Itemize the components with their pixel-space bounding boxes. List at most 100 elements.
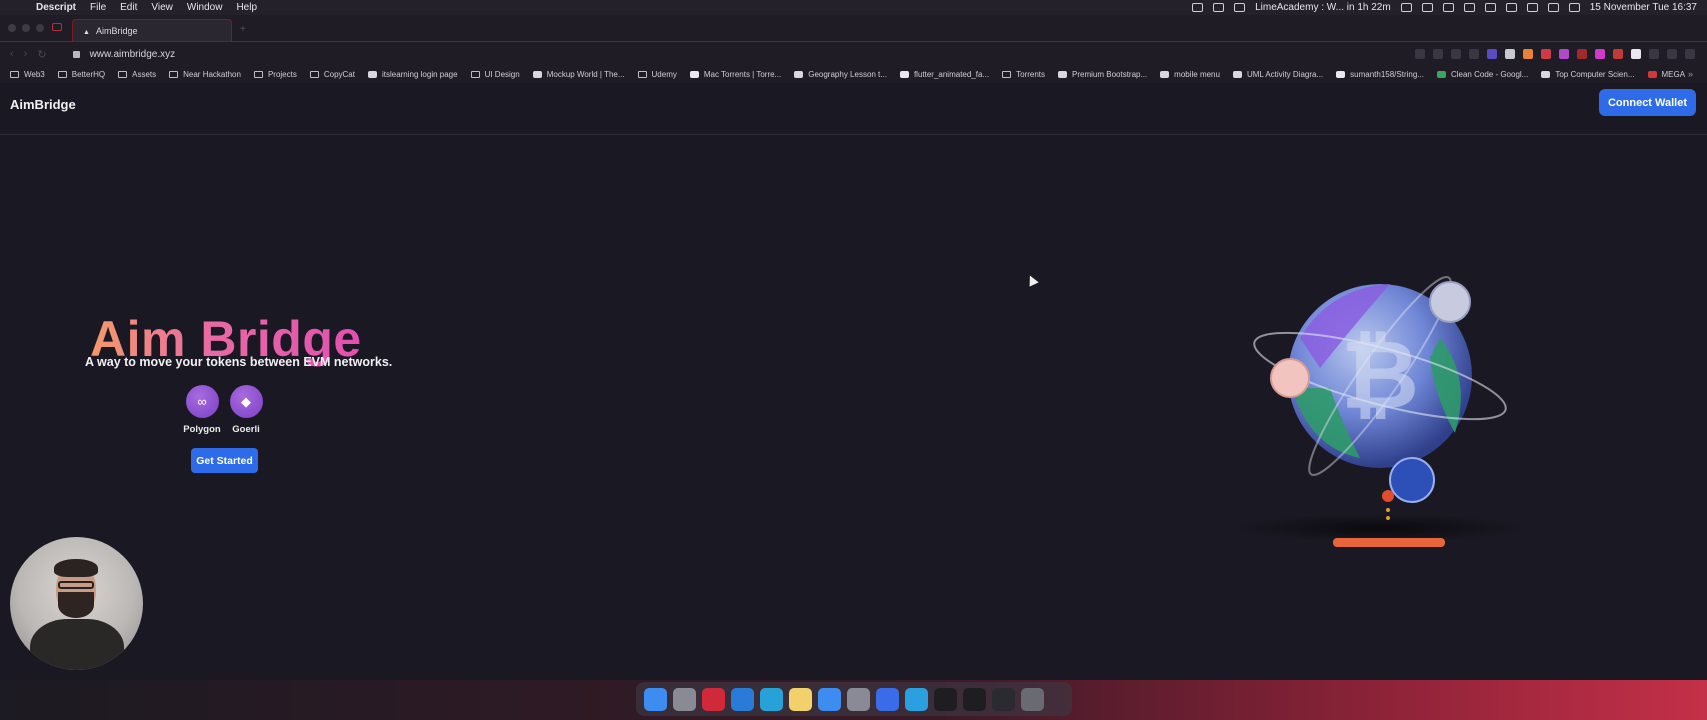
- minimize-window-button[interactable]: [22, 24, 30, 32]
- bookmark-item[interactable]: Clean Code - Googl...: [1436, 70, 1529, 79]
- person-hair: [54, 559, 98, 577]
- extension-icon[interactable]: [1451, 49, 1461, 59]
- extension-icon[interactable]: [1469, 49, 1479, 59]
- metamask-icon[interactable]: [1523, 49, 1533, 59]
- wifi-icon[interactable]: [1526, 3, 1538, 12]
- bookmark-item[interactable]: Mockup World | The...: [532, 70, 625, 79]
- sidebar-toggle-icon[interactable]: [52, 23, 62, 31]
- bookmark-item[interactable]: Top Computer Scien...: [1541, 70, 1635, 79]
- site-navbar: AimBridge Connect Wallet: [0, 83, 1707, 135]
- extension-icon[interactable]: [1541, 49, 1551, 59]
- network-goerli[interactable]: ◆ Goerli: [223, 385, 269, 435]
- menu-edit[interactable]: Edit: [120, 2, 137, 13]
- search-icon[interactable]: [1547, 3, 1559, 12]
- coin-icon: [1429, 281, 1471, 323]
- trash-icon[interactable]: [1021, 687, 1044, 711]
- status-icon[interactable]: [1421, 3, 1433, 12]
- tab-title: AimBridge: [95, 26, 138, 36]
- coin-icon: [1389, 457, 1435, 503]
- menu-help[interactable]: Help: [236, 2, 257, 13]
- status-icon[interactable]: [1442, 3, 1454, 12]
- extension-icon[interactable]: [1433, 49, 1443, 59]
- bookmark-item[interactable]: sumanth158/String...: [1336, 70, 1424, 79]
- bookmark-item[interactable]: Udemy: [637, 70, 677, 79]
- site-logo[interactable]: AimBridge: [10, 97, 76, 112]
- bookmark-item[interactable]: flutter_animated_fa...: [899, 70, 989, 79]
- status-icon[interactable]: [1213, 3, 1225, 12]
- bookmark-item[interactable]: Mac Torrents | Torre...: [689, 70, 781, 79]
- bookmark-label: Udemy: [651, 70, 677, 79]
- connect-wallet-button[interactable]: Connect Wallet: [1599, 89, 1696, 116]
- battery-icon[interactable]: [1505, 3, 1517, 12]
- app-icon[interactable]: [760, 687, 783, 711]
- bookmark-item[interactable]: UI Design: [470, 70, 520, 79]
- control-center-icon[interactable]: [1568, 3, 1580, 12]
- bookmark-item[interactable]: BetterHQ: [57, 70, 105, 79]
- notes-icon[interactable]: [789, 687, 812, 711]
- bookmark-item[interactable]: itslearning login page: [367, 70, 458, 79]
- url-field[interactable]: www.aimbridge.xyz: [90, 49, 176, 60]
- extension-icon[interactable]: [1505, 49, 1515, 59]
- descript-icon[interactable]: [876, 687, 899, 711]
- bookmark-item[interactable]: Web3: [10, 70, 45, 79]
- bookmark-item[interactable]: Torrents: [1002, 70, 1045, 79]
- notion-icon[interactable]: [1631, 49, 1641, 59]
- status-icon[interactable]: [1192, 3, 1204, 12]
- bookmark-item[interactable]: Projects: [253, 70, 297, 79]
- bookmark-item[interactable]: Premium Bootstrap...: [1058, 70, 1147, 79]
- bookmark-item[interactable]: Geography Lesson t...: [794, 70, 887, 79]
- new-tab-icon[interactable]: +: [240, 24, 246, 35]
- forward-icon[interactable]: ›: [24, 48, 28, 60]
- coin-icon: [1270, 358, 1310, 398]
- bookmark-item[interactable]: mobile menu: [1160, 70, 1220, 79]
- site-icon: [1160, 71, 1170, 78]
- bookmark-item[interactable]: Assets: [118, 70, 156, 79]
- extension-icon[interactable]: [1649, 49, 1659, 59]
- bookmark-label: Clean Code - Googl...: [1450, 70, 1529, 79]
- window-icon[interactable]: [992, 687, 1015, 711]
- telegram-icon[interactable]: [905, 687, 928, 711]
- status-icon[interactable]: [1463, 3, 1475, 12]
- network-label: Goerli: [232, 424, 260, 435]
- bookmarks-overflow-icon[interactable]: »: [1688, 69, 1693, 79]
- opera-icon[interactable]: [702, 687, 725, 711]
- bookmark-label: sumanth158/String...: [1350, 70, 1424, 79]
- activity-monitor-icon[interactable]: [963, 687, 986, 711]
- launchpad-icon[interactable]: [673, 687, 696, 711]
- bookmark-label: Mockup World | The...: [546, 70, 625, 79]
- zoom-window-button[interactable]: [36, 24, 44, 32]
- menu-app-name[interactable]: Descript: [36, 2, 76, 13]
- menu-file[interactable]: File: [90, 2, 106, 13]
- extension-icon[interactable]: [1559, 49, 1569, 59]
- extension-icon[interactable]: [1577, 49, 1587, 59]
- menu-icon[interactable]: [1685, 49, 1695, 59]
- bookmark-item[interactable]: UML Activity Diagra...: [1232, 70, 1323, 79]
- tab-aimbridge[interactable]: ▲ AimBridge: [72, 19, 232, 41]
- bluetooth-icon[interactable]: [1484, 3, 1496, 12]
- bookmark-item[interactable]: MEGA: [1647, 70, 1685, 79]
- status-icon[interactable]: [1400, 3, 1412, 12]
- status-icon[interactable]: [1234, 3, 1246, 12]
- calendar-event-status[interactable]: LimeAcademy : W... in 1h 22m: [1255, 2, 1391, 13]
- appstore-icon[interactable]: [818, 687, 841, 711]
- extension-icon[interactable]: [1595, 49, 1605, 59]
- reload-icon[interactable]: ↻: [37, 48, 46, 61]
- bookmark-label: mobile menu: [1174, 70, 1220, 79]
- extension-icon[interactable]: [1415, 49, 1425, 59]
- network-polygon[interactable]: ∞ Polygon: [179, 385, 225, 435]
- code-icon[interactable]: [1613, 49, 1623, 59]
- menu-window[interactable]: Window: [187, 2, 223, 13]
- bookmark-item[interactable]: Near Hackathon: [169, 70, 241, 79]
- download-icon[interactable]: [1667, 49, 1677, 59]
- menu-view[interactable]: View: [151, 2, 173, 13]
- finder-icon[interactable]: [644, 687, 667, 711]
- back-icon[interactable]: ‹: [10, 48, 14, 60]
- close-window-button[interactable]: [8, 24, 16, 32]
- menubar-clock[interactable]: 15 November Tue 16:37: [1590, 2, 1697, 13]
- extension-icon[interactable]: [1487, 49, 1497, 59]
- settings-icon[interactable]: [847, 687, 870, 711]
- vscode-icon[interactable]: [731, 687, 754, 711]
- get-started-button[interactable]: Get Started: [191, 448, 258, 473]
- terminal-icon[interactable]: [934, 687, 957, 711]
- bookmark-item[interactable]: CopyCat: [309, 70, 355, 79]
